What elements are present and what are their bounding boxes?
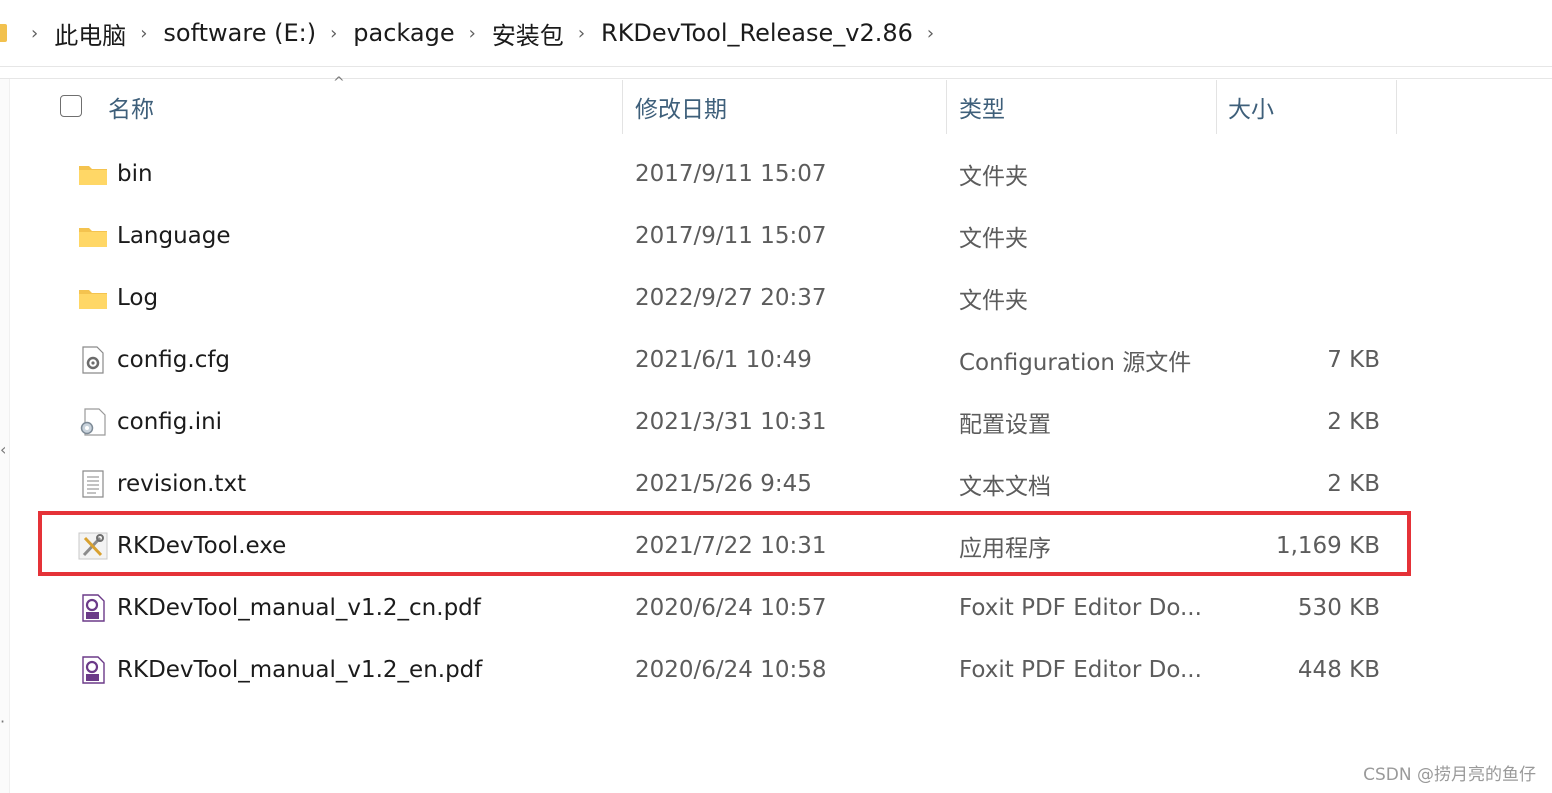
column-header-row: 名称 修改日期 类型 大小	[40, 80, 1400, 134]
text-file-icon	[82, 470, 104, 498]
file-row[interactable]: config.ini 2021/3/31 10:31 配置设置 2 KB	[40, 391, 1410, 453]
file-size: 2 KB	[1327, 471, 1380, 497]
file-type: Configuration 源文件	[959, 350, 1192, 376]
file-size: 7 KB	[1327, 347, 1380, 373]
file-name[interactable]: revision.txt	[117, 471, 246, 497]
file-type: 文件夹	[959, 226, 1028, 252]
file-row[interactable]: revision.txt 2021/5/26 9:45 文本文档 2 KB	[40, 453, 1410, 515]
file-type: Foxit PDF Editor Do...	[959, 657, 1202, 683]
file-size: 530 KB	[1297, 595, 1380, 621]
nav-pane-glyph: ·	[0, 712, 6, 731]
navigation-pane-edge	[0, 79, 10, 793]
folder-icon	[0, 24, 7, 42]
file-date: 2017/9/11 15:07	[635, 223, 827, 249]
folder-icon	[79, 166, 107, 185]
file-name[interactable]: RKDevTool_manual_v1.2_cn.pdf	[117, 595, 481, 621]
file-row[interactable]: config.cfg 2021/6/1 10:49 Configuration …	[40, 329, 1410, 391]
select-all-checkbox[interactable]	[60, 95, 82, 117]
file-size: 1,169 KB	[1275, 533, 1380, 559]
file-name[interactable]: RKDevTool_manual_v1.2_en.pdf	[117, 657, 482, 683]
file-date: 2020/6/24 10:58	[635, 657, 827, 683]
column-separator[interactable]	[622, 80, 623, 134]
file-type: 文本文档	[959, 474, 1051, 500]
watermark: CSDN @捞月亮的鱼仔	[1363, 765, 1536, 785]
file-row[interactable]: RKDevTool_manual_v1.2_cn.pdf 2020/6/24 1…	[40, 577, 1410, 639]
file-size: 2 KB	[1327, 409, 1380, 435]
file-type: Foxit PDF Editor Do...	[959, 595, 1202, 621]
file-name[interactable]: Language	[117, 223, 231, 249]
pdf-icon	[82, 656, 105, 684]
file-row[interactable]: Log 2022/9/27 20:37 文件夹	[40, 267, 1410, 329]
folder-icon	[79, 290, 107, 309]
column-separator[interactable]	[1396, 80, 1397, 134]
config-file-icon	[82, 346, 104, 374]
chevron-right-icon[interactable]: ›	[917, 23, 946, 44]
file-type: 文件夹	[959, 288, 1028, 314]
column-separator[interactable]	[1216, 80, 1217, 134]
column-header-size[interactable]: 大小	[1228, 80, 1274, 134]
file-type: 配置设置	[959, 412, 1051, 438]
breadcrumb-item-current-folder[interactable]: RKDevTool_Release_v2.86	[597, 19, 917, 47]
nav-pane-glyph: ‹	[0, 440, 7, 459]
file-name[interactable]: RKDevTool.exe	[117, 533, 286, 559]
file-row[interactable]: RKDevTool_manual_v1.2_en.pdf 2020/6/24 1…	[40, 639, 1410, 701]
file-date: 2020/6/24 10:57	[635, 595, 827, 621]
column-header-name[interactable]: 名称	[108, 80, 154, 134]
file-date: 2021/5/26 9:45	[635, 471, 812, 497]
file-date: 2022/9/27 20:37	[635, 285, 827, 311]
pdf-icon	[82, 594, 105, 622]
file-size: 448 KB	[1297, 657, 1380, 683]
chevron-right-icon[interactable]: ›	[459, 23, 488, 44]
file-name[interactable]: Log	[117, 285, 158, 311]
file-date: 2017/9/11 15:07	[635, 161, 827, 187]
breadcrumb-item-this-pc[interactable]: 此电脑	[50, 16, 130, 51]
column-separator[interactable]	[946, 80, 947, 134]
breadcrumb: › 此电脑 › software (E:) › package › 安装包 › …	[0, 0, 1552, 66]
tools-exe-icon	[78, 532, 108, 560]
chevron-right-icon[interactable]: ›	[320, 23, 349, 44]
file-date: 2021/7/22 10:31	[635, 533, 827, 559]
file-row[interactable]: bin 2017/9/11 15:07 文件夹	[40, 143, 1410, 205]
file-row[interactable]: Language 2017/9/11 15:07 文件夹	[40, 205, 1410, 267]
chevron-right-icon[interactable]: ›	[130, 23, 159, 44]
column-header-type[interactable]: 类型	[959, 80, 1005, 134]
toolbar-divider	[0, 66, 1552, 67]
chevron-right-icon[interactable]: ›	[568, 23, 597, 44]
breadcrumb-item-installer[interactable]: 安装包	[488, 16, 568, 51]
header-divider	[0, 78, 1552, 79]
folder-icon	[79, 228, 107, 247]
file-date: 2021/3/31 10:31	[635, 409, 827, 435]
file-type: 文件夹	[959, 164, 1028, 190]
column-header-date[interactable]: 修改日期	[635, 80, 727, 134]
breadcrumb-item-package[interactable]: package	[349, 19, 458, 47]
file-name[interactable]: config.cfg	[117, 347, 230, 373]
file-name[interactable]: bin	[117, 161, 153, 187]
file-date: 2021/6/1 10:49	[635, 347, 812, 373]
file-name[interactable]: config.ini	[117, 409, 222, 435]
file-type: 应用程序	[959, 536, 1051, 562]
file-row[interactable]: RKDevTool.exe 2021/7/22 10:31 应用程序 1,169…	[40, 515, 1410, 577]
ini-settings-icon	[80, 408, 106, 436]
breadcrumb-item-drive[interactable]: software (E:)	[159, 19, 320, 47]
chevron-right-icon[interactable]: ›	[21, 23, 50, 44]
